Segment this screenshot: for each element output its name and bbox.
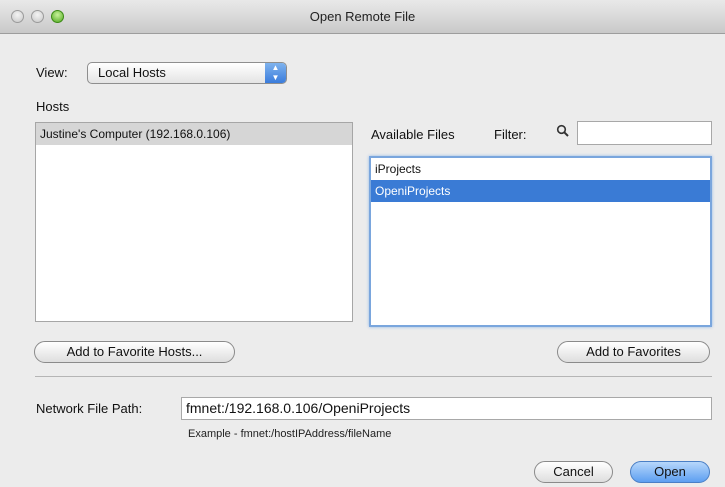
search-icon <box>556 124 569 137</box>
cancel-button[interactable]: Cancel <box>534 461 613 483</box>
file-item-selected[interactable]: OpeniProjects <box>371 180 710 202</box>
open-button[interactable]: Open <box>630 461 710 483</box>
separator <box>35 376 712 377</box>
view-label: View: <box>36 65 68 80</box>
add-to-favorites-button[interactable]: Add to Favorites <box>557 341 710 363</box>
view-select[interactable]: Local Hosts ▲ ▼ <box>87 62 287 84</box>
select-arrows-icon: ▲ ▼ <box>265 63 286 83</box>
file-item[interactable]: iProjects <box>371 158 710 180</box>
view-select-value: Local Hosts <box>98 65 166 80</box>
hosts-label: Hosts <box>36 99 70 114</box>
hosts-list[interactable]: Justine's Computer (192.168.0.106) <box>35 122 353 322</box>
files-list[interactable]: iProjects OpeniProjects <box>369 156 712 327</box>
network-file-path-input[interactable]: fmnet:/192.168.0.106/OpeniProjects <box>181 397 712 420</box>
host-item[interactable]: Justine's Computer (192.168.0.106) <box>36 123 352 145</box>
filter-label: Filter: <box>494 127 527 142</box>
title-bar: Open Remote File <box>0 0 725 34</box>
add-to-favorite-hosts-button[interactable]: Add to Favorite Hosts... <box>34 341 235 363</box>
network-file-path-label: Network File Path: <box>36 401 143 416</box>
filter-input[interactable] <box>577 121 712 145</box>
open-remote-file-dialog: Open Remote File View: Local Hosts ▲ ▼ Ho… <box>0 0 725 487</box>
path-example-text: Example - fmnet:/hostIPAddress/fileName <box>188 428 392 440</box>
available-files-label: Available Files <box>371 127 455 142</box>
window-title: Open Remote File <box>309 9 416 24</box>
